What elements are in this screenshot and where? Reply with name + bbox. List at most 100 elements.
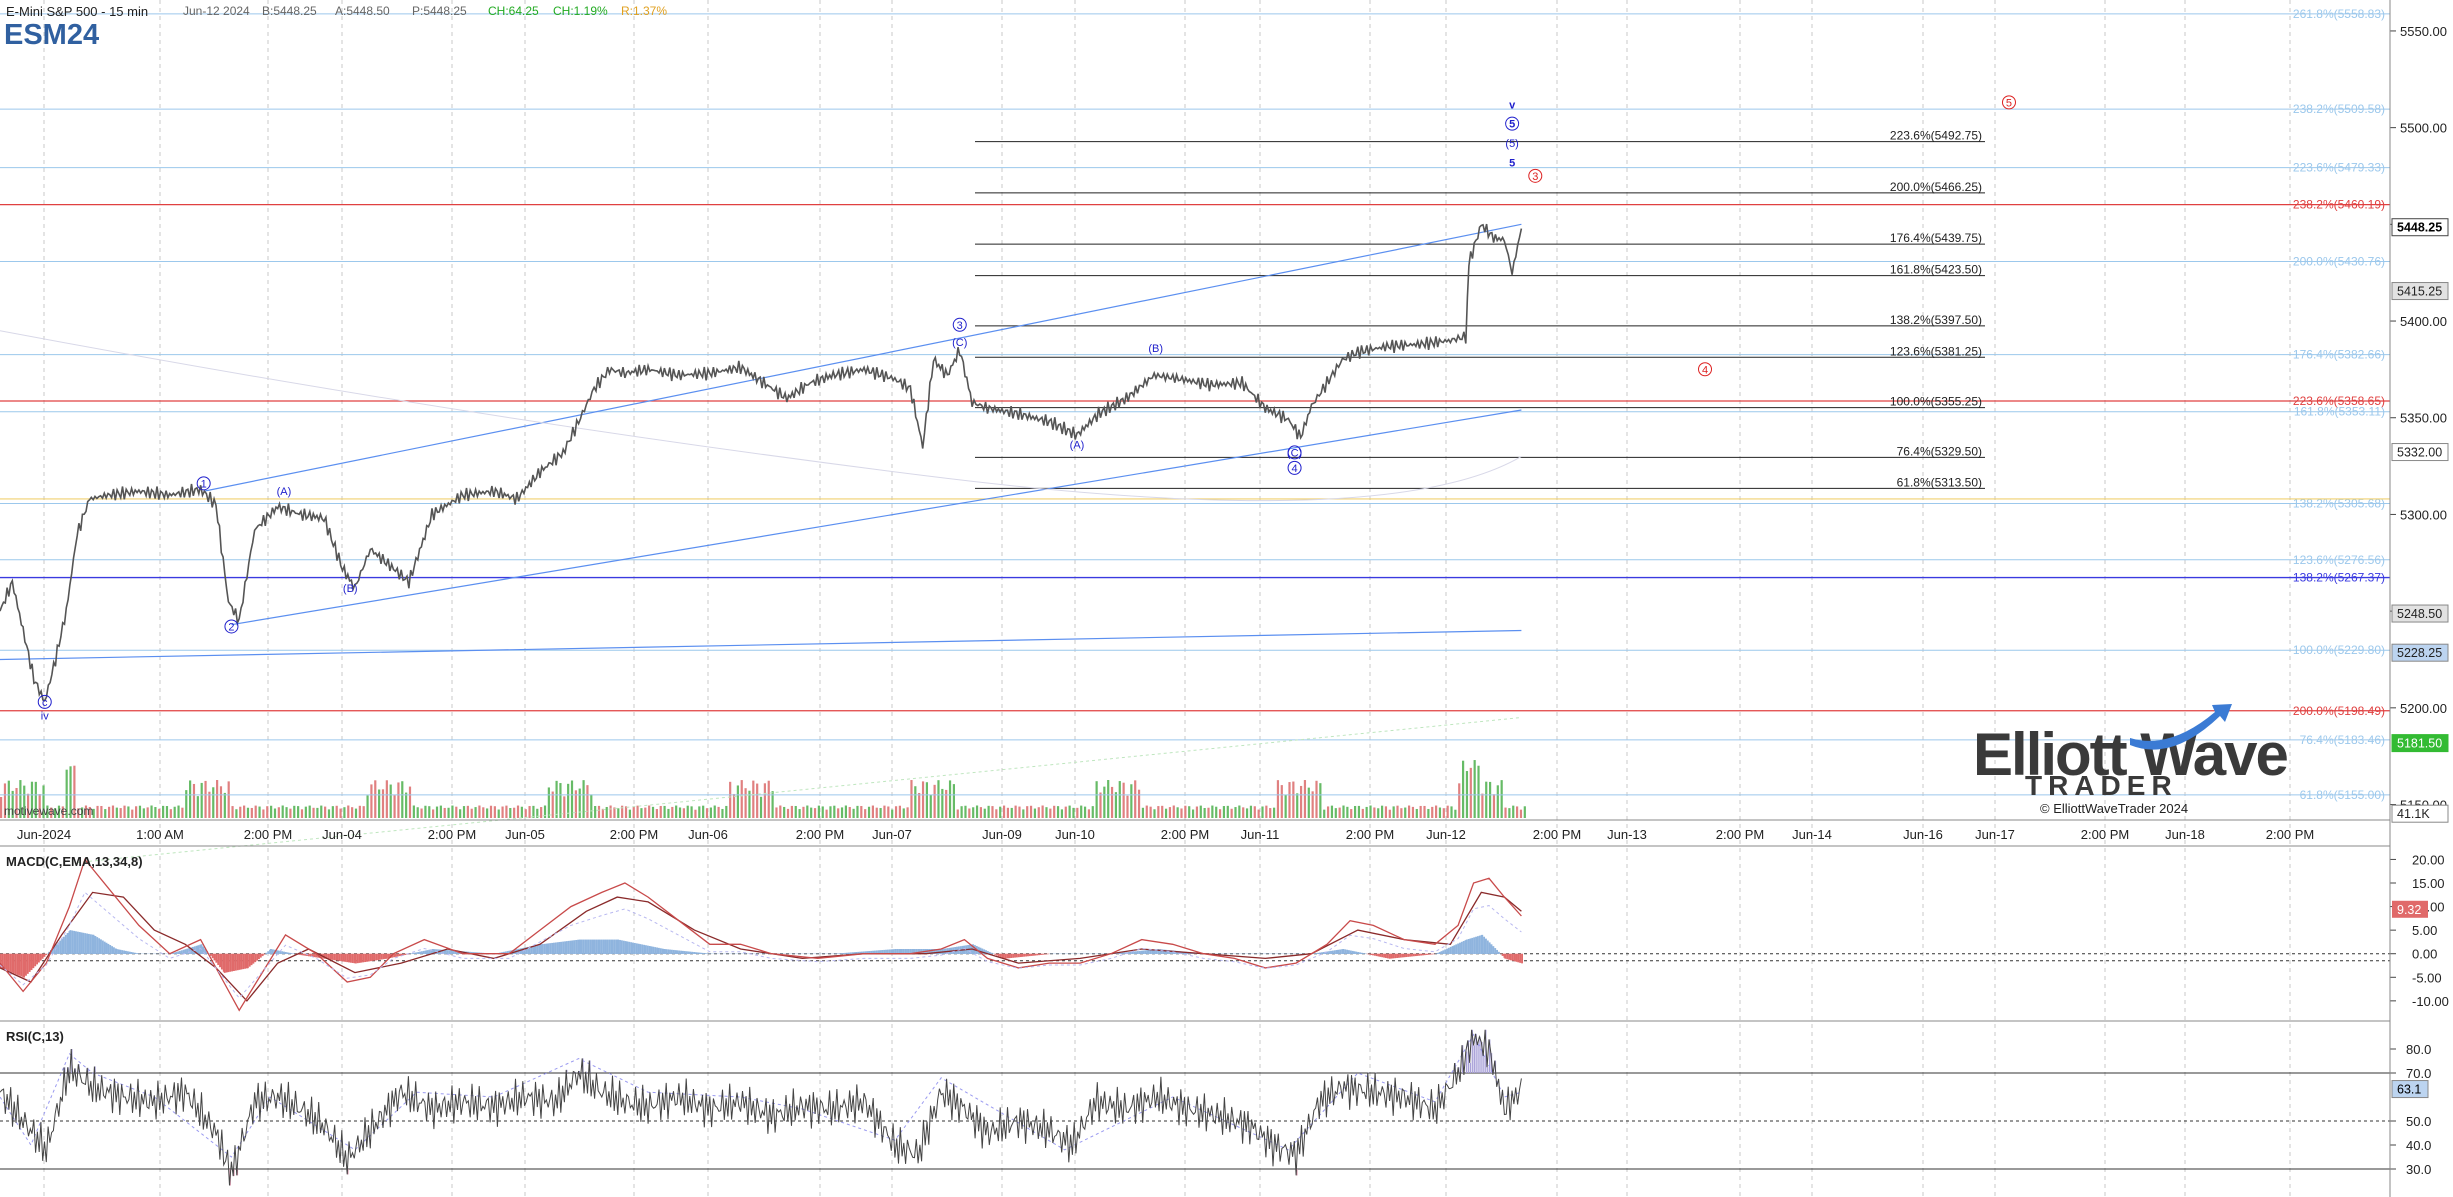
macd-hist-bar [996, 953, 999, 956]
volume-bar [293, 805, 296, 818]
volume-bar [744, 788, 747, 818]
macd-hist-bar [1379, 953, 1382, 957]
volume-bar [1103, 786, 1106, 818]
macd-hist-bar [1388, 953, 1391, 959]
macd-hist-bar [105, 942, 108, 955]
macd-hist-bar [1330, 950, 1332, 955]
macd-hist-bar [1386, 953, 1389, 959]
macd-hist-bar [415, 952, 418, 955]
volume-bar [231, 806, 234, 818]
volume-bar [165, 806, 169, 818]
volume-bar [1380, 805, 1384, 818]
macd-hist-bar [375, 953, 378, 961]
macd-hist-bar [682, 950, 684, 955]
macd-hist-bar [1423, 953, 1426, 956]
macd-hist-bar [232, 953, 235, 971]
volume-bar [196, 796, 199, 818]
macd-hist-bar [617, 939, 620, 955]
volume-bar [131, 809, 134, 818]
macd-hist-bar [252, 953, 255, 964]
macd-hist-bar [128, 951, 131, 955]
volume-bar [964, 805, 967, 818]
volume-bar [1049, 808, 1052, 818]
fib-mid-label: 161.8%(5423.50) [1890, 263, 1982, 277]
macd-hist-bar [101, 940, 104, 955]
macd-hist-bar [1462, 940, 1465, 955]
macd-hist-bar [1028, 953, 1031, 957]
fib-mid-label: 76.4%(5329.50) [1897, 444, 1982, 458]
macd-hist-bar [1492, 946, 1495, 955]
macd-hist-bar [450, 950, 453, 955]
macd-hist-bar [1429, 953, 1432, 955]
macd-hist-bar [5, 953, 8, 971]
macd-hist-bar [1401, 953, 1404, 958]
macd-hist-bar [1144, 950, 1147, 955]
macd-hist-bar [66, 932, 69, 955]
macd-hist-bar [223, 953, 226, 973]
macd-hist-bar [848, 952, 850, 955]
volume-bar [833, 805, 836, 818]
macd-hist-bar [1351, 950, 1354, 955]
volume-bar [223, 792, 226, 818]
macd-hist-bar [1359, 952, 1361, 955]
volume-bar [609, 805, 612, 818]
fib-label: 200.0%(5198.49) [2293, 704, 2385, 718]
macd-hist-bar [611, 939, 614, 955]
macd-hist-bar [569, 940, 572, 955]
macd-hist-bar [1129, 951, 1132, 955]
volume-bar [578, 788, 581, 818]
volume-bar [1083, 806, 1087, 818]
volume-bar [582, 780, 585, 818]
macd-hist-bar [69, 930, 72, 955]
time-tick-label: Jun-2024 [17, 827, 71, 842]
macd-hist-bar [43, 953, 46, 957]
volume-bar [285, 807, 288, 818]
macd-hist-bar [1390, 953, 1393, 959]
volume-bar [239, 806, 242, 818]
macd-hist-bar [1021, 953, 1024, 957]
macd-hist-bar [103, 941, 106, 955]
volume-bar [104, 809, 107, 818]
macd-hist-bar [700, 952, 703, 955]
macd-hist-bar [1149, 949, 1152, 955]
macd-hist-bar [385, 953, 388, 959]
macd-hist-bar [14, 953, 17, 975]
macd-hist-bar [1315, 953, 1318, 955]
rsi-overbought-fill [1465, 1051, 1468, 1073]
macd-hist-bar [41, 953, 44, 959]
macd-hist-bar [197, 945, 200, 955]
volume-bar [794, 805, 797, 818]
rsi-overbought-fill [1469, 1062, 1472, 1073]
macd-hist-bar [1025, 953, 1028, 957]
volume-bar [532, 805, 535, 818]
macd-tick-label: -10.00 [2412, 994, 2449, 1009]
macd-hist-bar [1337, 949, 1340, 955]
macd-hist-bar [211, 953, 214, 959]
macd-hist-bar [652, 946, 655, 955]
macd-hist-bar [1481, 934, 1484, 955]
volume-bar [227, 781, 230, 818]
fib-mid-label: 138.2%(5397.50) [1890, 313, 1982, 327]
volume-bar [902, 808, 905, 818]
macd-hist-bar [333, 953, 336, 961]
volume-bar [906, 807, 909, 818]
macd-hist-bar [639, 944, 642, 955]
volume-bar [270, 805, 273, 818]
macd-hist-bar [1508, 953, 1511, 960]
macd-hist-bar [1422, 953, 1424, 956]
header-ask: A:5448.50 [335, 4, 390, 18]
volume-bar [212, 787, 215, 818]
wave-label: 3 [957, 320, 963, 332]
macd-hist-bar [1392, 953, 1395, 959]
rsi-tick-label: 30.0 [2406, 1162, 2431, 1177]
volume-bar [956, 809, 959, 818]
volume-bar [123, 805, 126, 818]
volume-bar [759, 796, 763, 818]
macd-hist-bar [620, 940, 623, 955]
macd-hist-bar [1473, 937, 1476, 955]
volume-bar [1176, 807, 1179, 818]
volume-bar [717, 806, 720, 818]
macd-hist-bar [1478, 935, 1481, 955]
volume-bar [451, 805, 454, 818]
rsi-tick-label: 80.0 [2406, 1042, 2431, 1057]
